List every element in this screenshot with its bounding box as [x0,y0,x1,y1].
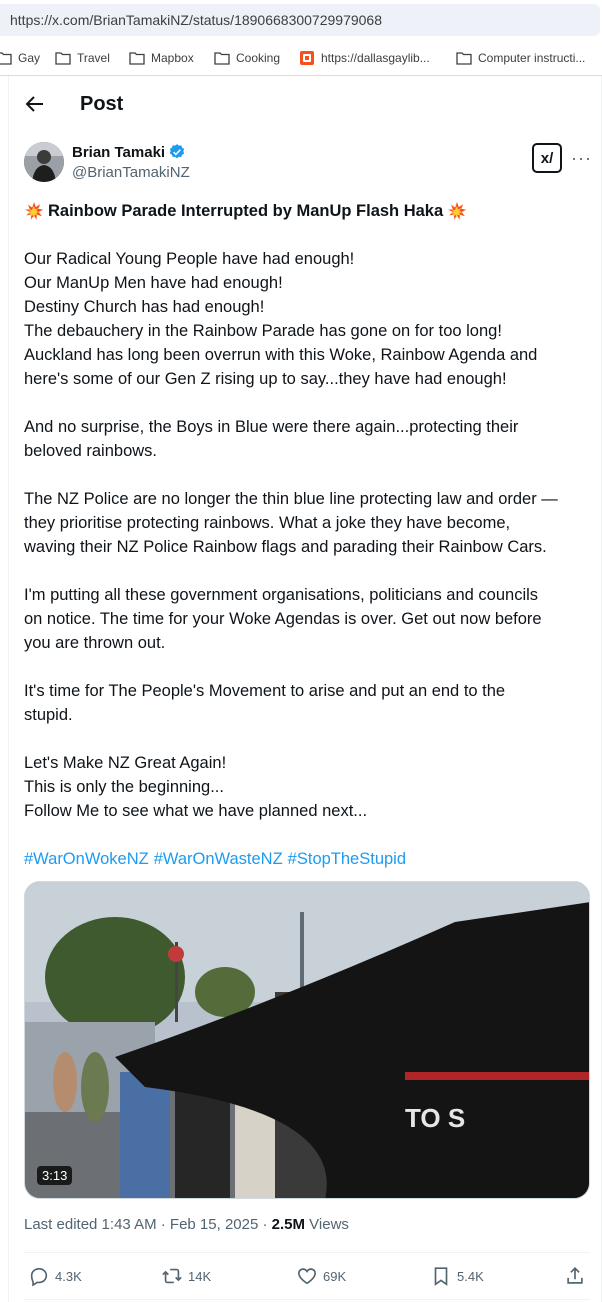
author-name[interactable]: Brian Tamaki [72,143,186,161]
paragraph-line: you are thrown out. [24,634,166,652]
grok-icon[interactable]: x/ [532,143,562,173]
paragraph-line: The NZ Police are no longer the thin blu… [24,490,558,508]
folder-icon [0,52,12,65]
repost-button[interactable]: 14K [161,1265,211,1287]
edited-timestamp[interactable]: Last edited 1:43 AM · Feb 15, 2025 · [24,1216,272,1233]
divider [24,1252,590,1253]
bookmark-travel[interactable]: Travel [55,49,110,67]
svg-text:TO S: TO S [405,1103,465,1133]
paragraph-line: stupid. [24,706,73,724]
bookmark-gay[interactable]: Gay [0,49,40,67]
paragraph-line: Destiny Church has had enough! [24,298,265,316]
reply-icon [30,1268,48,1287]
divider [24,1299,590,1300]
bookmark-button[interactable]: 5.4K [430,1265,484,1287]
bookmark-dallasgaylib[interactable]: https://dallasgaylib... [300,49,430,67]
verified-badge-icon [169,144,185,159]
collision-emoji-icon [24,202,44,220]
bookmarks-bar: Gay Travel Mapbox Cooking https://dallas… [0,40,602,76]
post-title: Rainbow Parade Interrupted by ManUp Flas… [24,199,592,223]
folder-icon [55,52,71,65]
video-duration-badge: 3:13 [37,1166,73,1185]
paragraph-line: This is only the beginning... [24,778,224,796]
paragraph-line: here's some of our Gen Z rising up to sa… [24,370,507,388]
repost-icon [162,1268,182,1284]
bookmark-cooking[interactable]: Cooking [214,49,280,67]
author-handle[interactable]: @BrianTamakiNZ [72,164,190,181]
paragraph-line: Our ManUp Men have had enough! [24,274,283,292]
bookmark-icon [434,1267,448,1286]
back-arrow-icon[interactable] [22,92,46,116]
hashtag-link[interactable]: #WarOnWasteNZ [154,850,283,868]
paragraph-line: It's time for The People's Movement to a… [24,682,506,700]
collision-emoji-icon [447,202,467,220]
folder-icon [129,52,145,65]
like-button[interactable]: 69K [296,1265,346,1287]
paragraph-line: they prioritise protecting rainbows. Wha… [24,514,511,532]
heart-icon [298,1268,316,1285]
paragraph-line: The debauchery in the Rainbow Parade has… [24,322,502,340]
post-meta: Last edited 1:43 AM · Feb 15, 2025 · 2.5… [24,1216,349,1233]
hashtag-link[interactable]: #StopTheStupid [288,850,406,868]
paragraph-line: Let's Make NZ Great Again! [24,754,227,772]
folder-icon [214,52,230,65]
folder-icon [456,52,472,65]
paragraph-line: Follow Me to see what we have planned ne… [24,802,368,820]
page-title: Post [80,93,124,115]
views-label: Views [305,1216,349,1233]
share-icon [567,1267,583,1284]
paragraph-line: beloved rainbows. [24,442,157,460]
paragraph-line: I'm putting all these government organis… [24,586,539,604]
more-options-icon[interactable]: ··· [571,148,592,169]
column-border-left [8,76,9,1302]
bookmark-computer-instructions[interactable]: Computer instructi... [456,49,585,67]
hashtags: #WarOnWokeNZ #WarOnWasteNZ #StopTheStupid [24,847,592,871]
bookmark-mapbox[interactable]: Mapbox [129,49,194,67]
url-field[interactable]: https://x.com/BrianTamakiNZ/status/18906… [0,4,600,36]
post-text: Rainbow Parade Interrupted by ManUp Flas… [24,199,592,871]
paragraph-line: waving their NZ Police Rainbow flags and… [24,538,547,556]
hashtag-link[interactable]: #WarOnWokeNZ [24,850,149,868]
bookmark-site-icon [300,51,314,65]
views-count: 2.5M [271,1216,306,1233]
paragraph-line: Auckland has long been overrun with this… [24,346,538,364]
paragraph-line: And no surprise, the Boys in Blue were t… [24,418,519,436]
video-frame: TO S [25,882,589,1198]
paragraph-line: Our Radical Young People have had enough… [24,250,355,268]
avatar[interactable] [24,142,64,182]
video-player[interactable]: TO S [24,881,590,1199]
share-button[interactable] [564,1265,591,1287]
address-bar: https://x.com/BrianTamakiNZ/status/18906… [0,0,602,40]
paragraph-line: on notice. The time for your Woke Agenda… [24,610,542,628]
url-text[interactable]: https://x.com/BrianTamakiNZ/status/18906… [10,12,382,28]
reply-button[interactable]: 4.3K [28,1265,82,1287]
